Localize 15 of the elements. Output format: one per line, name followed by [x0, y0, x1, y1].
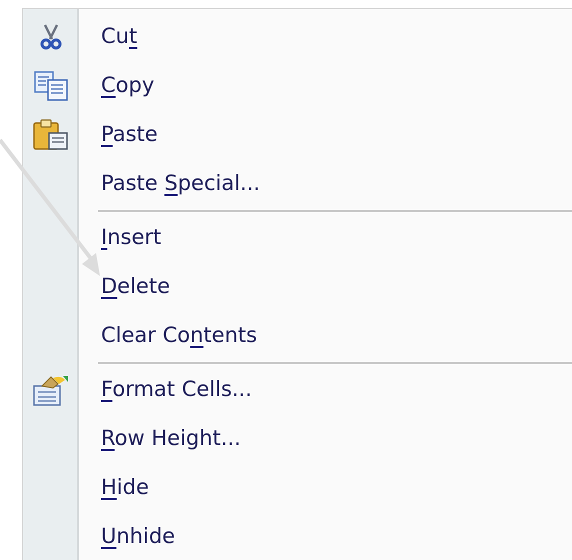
- menu-item[interactable]: Unhide: [23, 512, 572, 560]
- menu-item[interactable]: Clear Contents: [23, 311, 572, 360]
- clipboard-icon: [33, 118, 69, 150]
- menu-item[interactable]: Paste Special...: [23, 159, 572, 208]
- scissors-icon: [40, 24, 62, 50]
- menu-item[interactable]: Delete: [23, 262, 572, 311]
- menu-item[interactable]: Format Cells...: [23, 365, 572, 414]
- menu-item[interactable]: Hide: [23, 463, 572, 512]
- menu-item[interactable]: Copy: [23, 61, 572, 110]
- menu-item[interactable]: Paste: [23, 110, 572, 159]
- menu-item[interactable]: Insert: [23, 213, 572, 262]
- menu-item[interactable]: Row Height...: [23, 414, 572, 463]
- format-cells-icon: [33, 374, 69, 406]
- menu-item[interactable]: Cut: [23, 12, 572, 61]
- copy-icon: [34, 70, 68, 100]
